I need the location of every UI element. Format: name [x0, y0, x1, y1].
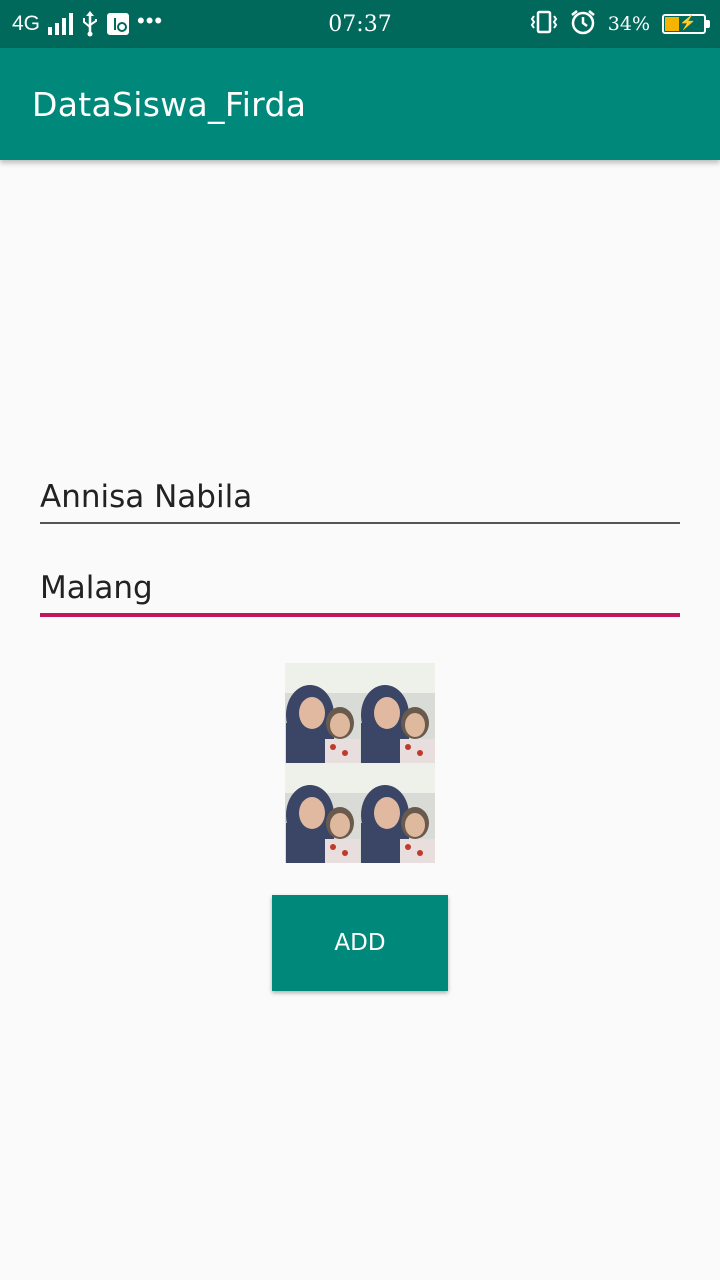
name-input[interactable] [40, 478, 680, 524]
photo-tile [285, 763, 360, 863]
photo-tile [285, 663, 360, 763]
city-input[interactable] [40, 569, 680, 617]
alarm-icon [570, 9, 596, 40]
app-title: DataSiswa_Firda [32, 84, 307, 124]
photo-tile [360, 663, 435, 763]
charging-bolt-icon: ⚡ [679, 15, 697, 31]
vibrate-icon [530, 10, 558, 39]
status-right: 34% ⚡ [530, 0, 710, 48]
battery-fill [665, 17, 679, 31]
status-bar: 4G ••• 07:37 34% ⚡ [0, 0, 720, 48]
app-bar: DataSiswa_Firda [0, 48, 720, 160]
student-photo[interactable] [285, 663, 435, 863]
battery-charging-icon: ⚡ [662, 14, 710, 34]
battery-percent: 34% [607, 13, 650, 35]
add-button[interactable]: ADD [272, 895, 448, 991]
photo-tile [360, 763, 435, 863]
